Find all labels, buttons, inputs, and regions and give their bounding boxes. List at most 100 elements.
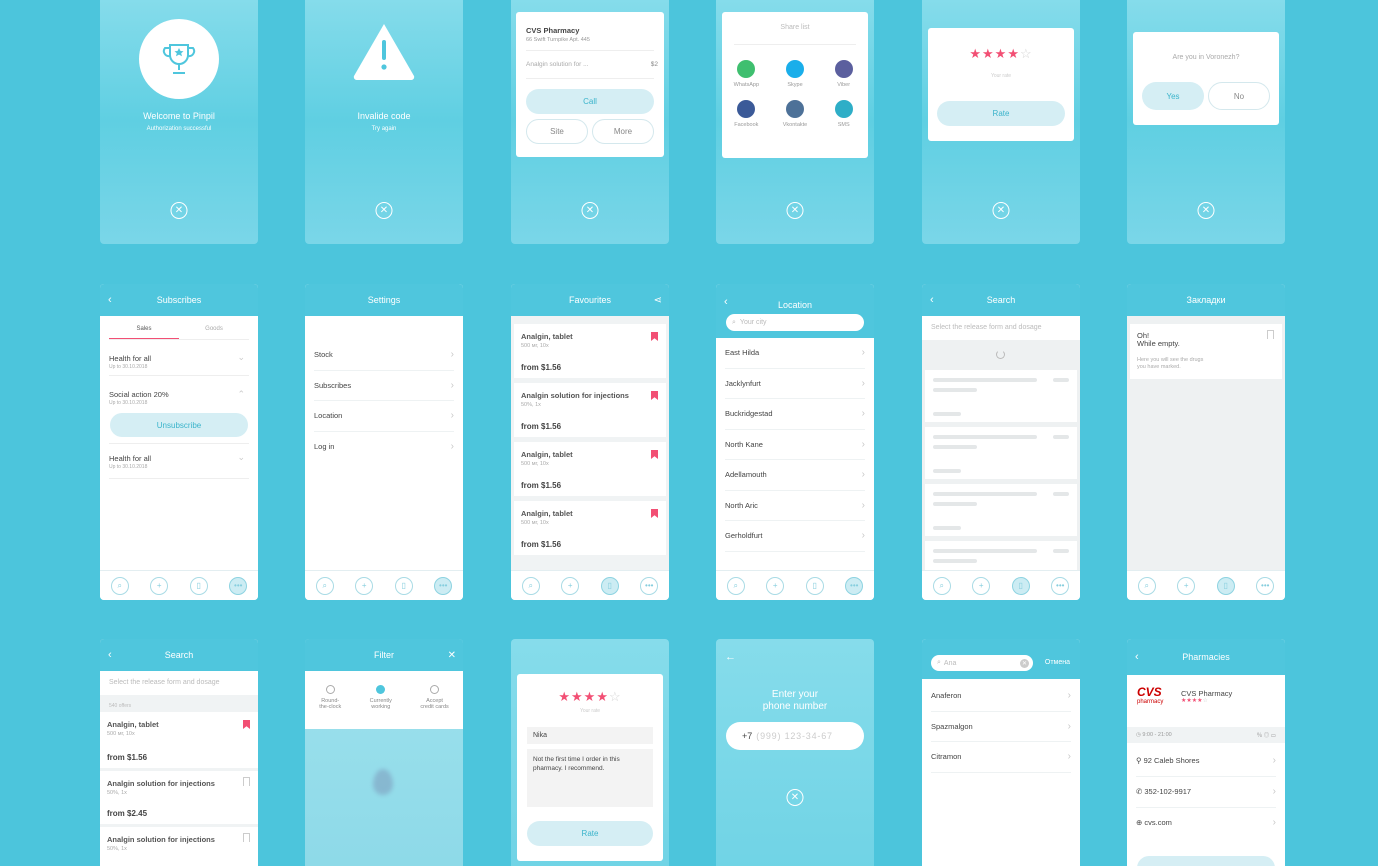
result-citramon[interactable]: Citramon ›	[931, 742, 1071, 773]
site-button[interactable]: Site	[526, 119, 588, 144]
city-search-input[interactable]: ⌕ Your city	[726, 314, 864, 331]
bookmark-icon[interactable]: ▯	[805, 576, 824, 595]
subscribe-item-expanded[interactable]: Social action 20% Up to 30.10.2018 ⌃	[109, 376, 249, 412]
back-arrow-icon[interactable]: ←	[725, 651, 736, 663]
bookmark-icon[interactable]: ▯	[189, 576, 208, 595]
close-icon[interactable]: ✕	[448, 650, 456, 661]
close-icon[interactable]: ✕	[786, 202, 804, 219]
search-icon[interactable]: ⌕	[932, 576, 951, 595]
settings-item-stock[interactable]: Stock ›	[314, 340, 454, 371]
city-item[interactable]: Buckridgestad ›	[725, 399, 865, 430]
settings-item-login[interactable]: Log in ›	[314, 432, 454, 463]
name-field[interactable]: Nika	[527, 727, 653, 744]
bookmark-outline-icon[interactable]	[243, 777, 250, 786]
plus-icon[interactable]: +	[1177, 576, 1196, 595]
result-item[interactable]: Analgin solution for injections 50%, 1х fr…	[100, 771, 258, 824]
address-row[interactable]: ⚲ 92 Caleb Shores ›	[1136, 746, 1276, 777]
result-anaferon[interactable]: Anaferon ›	[931, 681, 1071, 712]
share-app[interactable]: SMS	[819, 100, 868, 128]
city-item[interactable]: Adellamouth ›	[725, 460, 865, 491]
rate-button[interactable]: Rate	[527, 821, 653, 846]
settings-item-subscribes[interactable]: Subscribes ›	[314, 371, 454, 401]
city-item[interactable]: East Hilda ›	[725, 338, 865, 369]
share-app[interactable]: Skype	[771, 60, 820, 88]
sms-icon	[834, 100, 853, 118]
favourite-item[interactable]: Analgin, tablet 500 мг, 10х from $1.56	[514, 501, 666, 555]
share-app[interactable]: WhatsApp	[722, 60, 771, 88]
more-icon[interactable]: •••	[1051, 576, 1070, 595]
site-row[interactable]: ⊕ cvs.com ›	[1136, 807, 1276, 838]
rate-button[interactable]: Rate	[937, 101, 1065, 126]
search-icon[interactable]: ⌕	[315, 576, 334, 595]
bookmark-icon[interactable]: ▯	[394, 576, 413, 595]
close-icon[interactable]: ✕	[581, 202, 599, 219]
unsubscribe-button[interactable]: Unsubscribe	[110, 413, 248, 437]
filter-option[interactable]: Accept credit cards	[420, 685, 449, 729]
share-icon[interactable]: ⋖	[654, 295, 662, 306]
plus-icon[interactable]: +	[766, 576, 785, 595]
back-icon[interactable]: ‹	[930, 294, 934, 306]
plus-icon[interactable]: +	[355, 576, 374, 595]
bookmark-icon[interactable]: ▯	[600, 576, 619, 595]
bookmark-outline-icon[interactable]	[243, 833, 250, 842]
close-icon[interactable]: ✕	[375, 202, 393, 219]
favourite-item[interactable]: Analgin, tablet 500 мг, 10х from $1.56	[514, 442, 666, 496]
search-icon[interactable]: ⌕	[521, 576, 540, 595]
search-icon[interactable]: ⌕	[726, 576, 745, 595]
yes-button[interactable]: Yes	[1142, 82, 1204, 110]
share-app[interactable]: Facebook	[722, 100, 771, 128]
more-icon[interactable]: •••	[640, 576, 659, 595]
rating-stars[interactable]: ★★★★☆	[517, 689, 663, 705]
filter-option[interactable]: Round-the-clock	[319, 685, 341, 729]
review-textarea[interactable]: Not the first time I order in this pharm…	[527, 749, 653, 807]
phone-input[interactable]: +7 (999) 123-34-67	[726, 722, 864, 750]
plus-icon[interactable]: +	[972, 576, 991, 595]
result-item[interactable]: Analgin, tablet 500 мг, 10х from $1.56	[100, 712, 258, 768]
close-icon[interactable]: ✕	[786, 789, 804, 806]
favourite-item[interactable]: Analgin, tablet 500 мг, 10х from $1.56	[514, 324, 666, 378]
search-icon[interactable]: ⌕	[1137, 576, 1156, 595]
more-icon[interactable]: •••	[845, 576, 864, 595]
bookmark-icon[interactable]: ▯	[1011, 576, 1030, 595]
call-button[interactable]: Call	[526, 89, 654, 114]
filter-option[interactable]: Currently working	[370, 685, 392, 729]
subscribe-item[interactable]: Health for all Up to 30.10.2018 ⌄	[109, 443, 249, 479]
settings-item-location[interactable]: Location ›	[314, 401, 454, 432]
city-item[interactable]: Jacklynfurt ›	[725, 369, 865, 399]
no-button[interactable]: No	[1208, 82, 1270, 110]
drug-item[interactable]: Analgin solution for ...	[526, 61, 589, 68]
bookmark-icon[interactable]: ▯	[1216, 576, 1235, 595]
tab-goods[interactable]: Goods	[179, 326, 249, 339]
result-spazmalgon[interactable]: Spazmalgon ›	[931, 712, 1071, 742]
search-icon[interactable]: ⌕	[110, 576, 129, 595]
rating-stars[interactable]: ★★★★☆	[928, 46, 1074, 62]
more-icon[interactable]: •••	[434, 576, 453, 595]
favourite-item[interactable]: Analgin solution for injections 50%, 1х fr…	[514, 383, 666, 437]
result-item[interactable]: Analgin solution for injections 50%, 1х	[100, 827, 258, 866]
plus-icon[interactable]: +	[561, 576, 580, 595]
action-button[interactable]	[1137, 856, 1275, 866]
drug-search-input[interactable]: ⌕ Ana ✕	[931, 655, 1033, 671]
cancel-button[interactable]: Отмена	[1045, 659, 1070, 666]
close-icon[interactable]: ✕	[1197, 202, 1215, 219]
close-icon[interactable]: ✕	[170, 202, 188, 219]
search-input[interactable]: Select the release form and dosage	[100, 671, 258, 695]
more-button[interactable]: More	[592, 119, 654, 144]
search-input[interactable]: Select the release form and dosage	[922, 316, 1080, 340]
share-app[interactable]: Vkontakte	[771, 100, 820, 128]
back-icon[interactable]: ‹	[108, 294, 112, 306]
tab-sales[interactable]: Sales	[109, 326, 179, 339]
back-icon[interactable]: ‹	[1135, 651, 1139, 663]
share-app[interactable]: Viber	[819, 60, 868, 88]
back-icon[interactable]: ‹	[108, 649, 112, 661]
close-icon[interactable]: ✕	[992, 202, 1010, 219]
phone-row[interactable]: ✆ 352-102-9917 ›	[1136, 777, 1276, 808]
more-icon[interactable]: •••	[1256, 576, 1275, 595]
clear-icon[interactable]: ✕	[1020, 658, 1029, 668]
plus-icon[interactable]: +	[150, 576, 169, 595]
city-item[interactable]: North Kane ›	[725, 430, 865, 460]
city-item[interactable]: Gerholdfurt ›	[725, 521, 865, 552]
more-icon[interactable]: •••	[229, 576, 248, 595]
city-item[interactable]: North Aric ›	[725, 491, 865, 521]
subscribe-item[interactable]: Health for all Up to 30.10.2018 ⌄	[109, 340, 249, 376]
